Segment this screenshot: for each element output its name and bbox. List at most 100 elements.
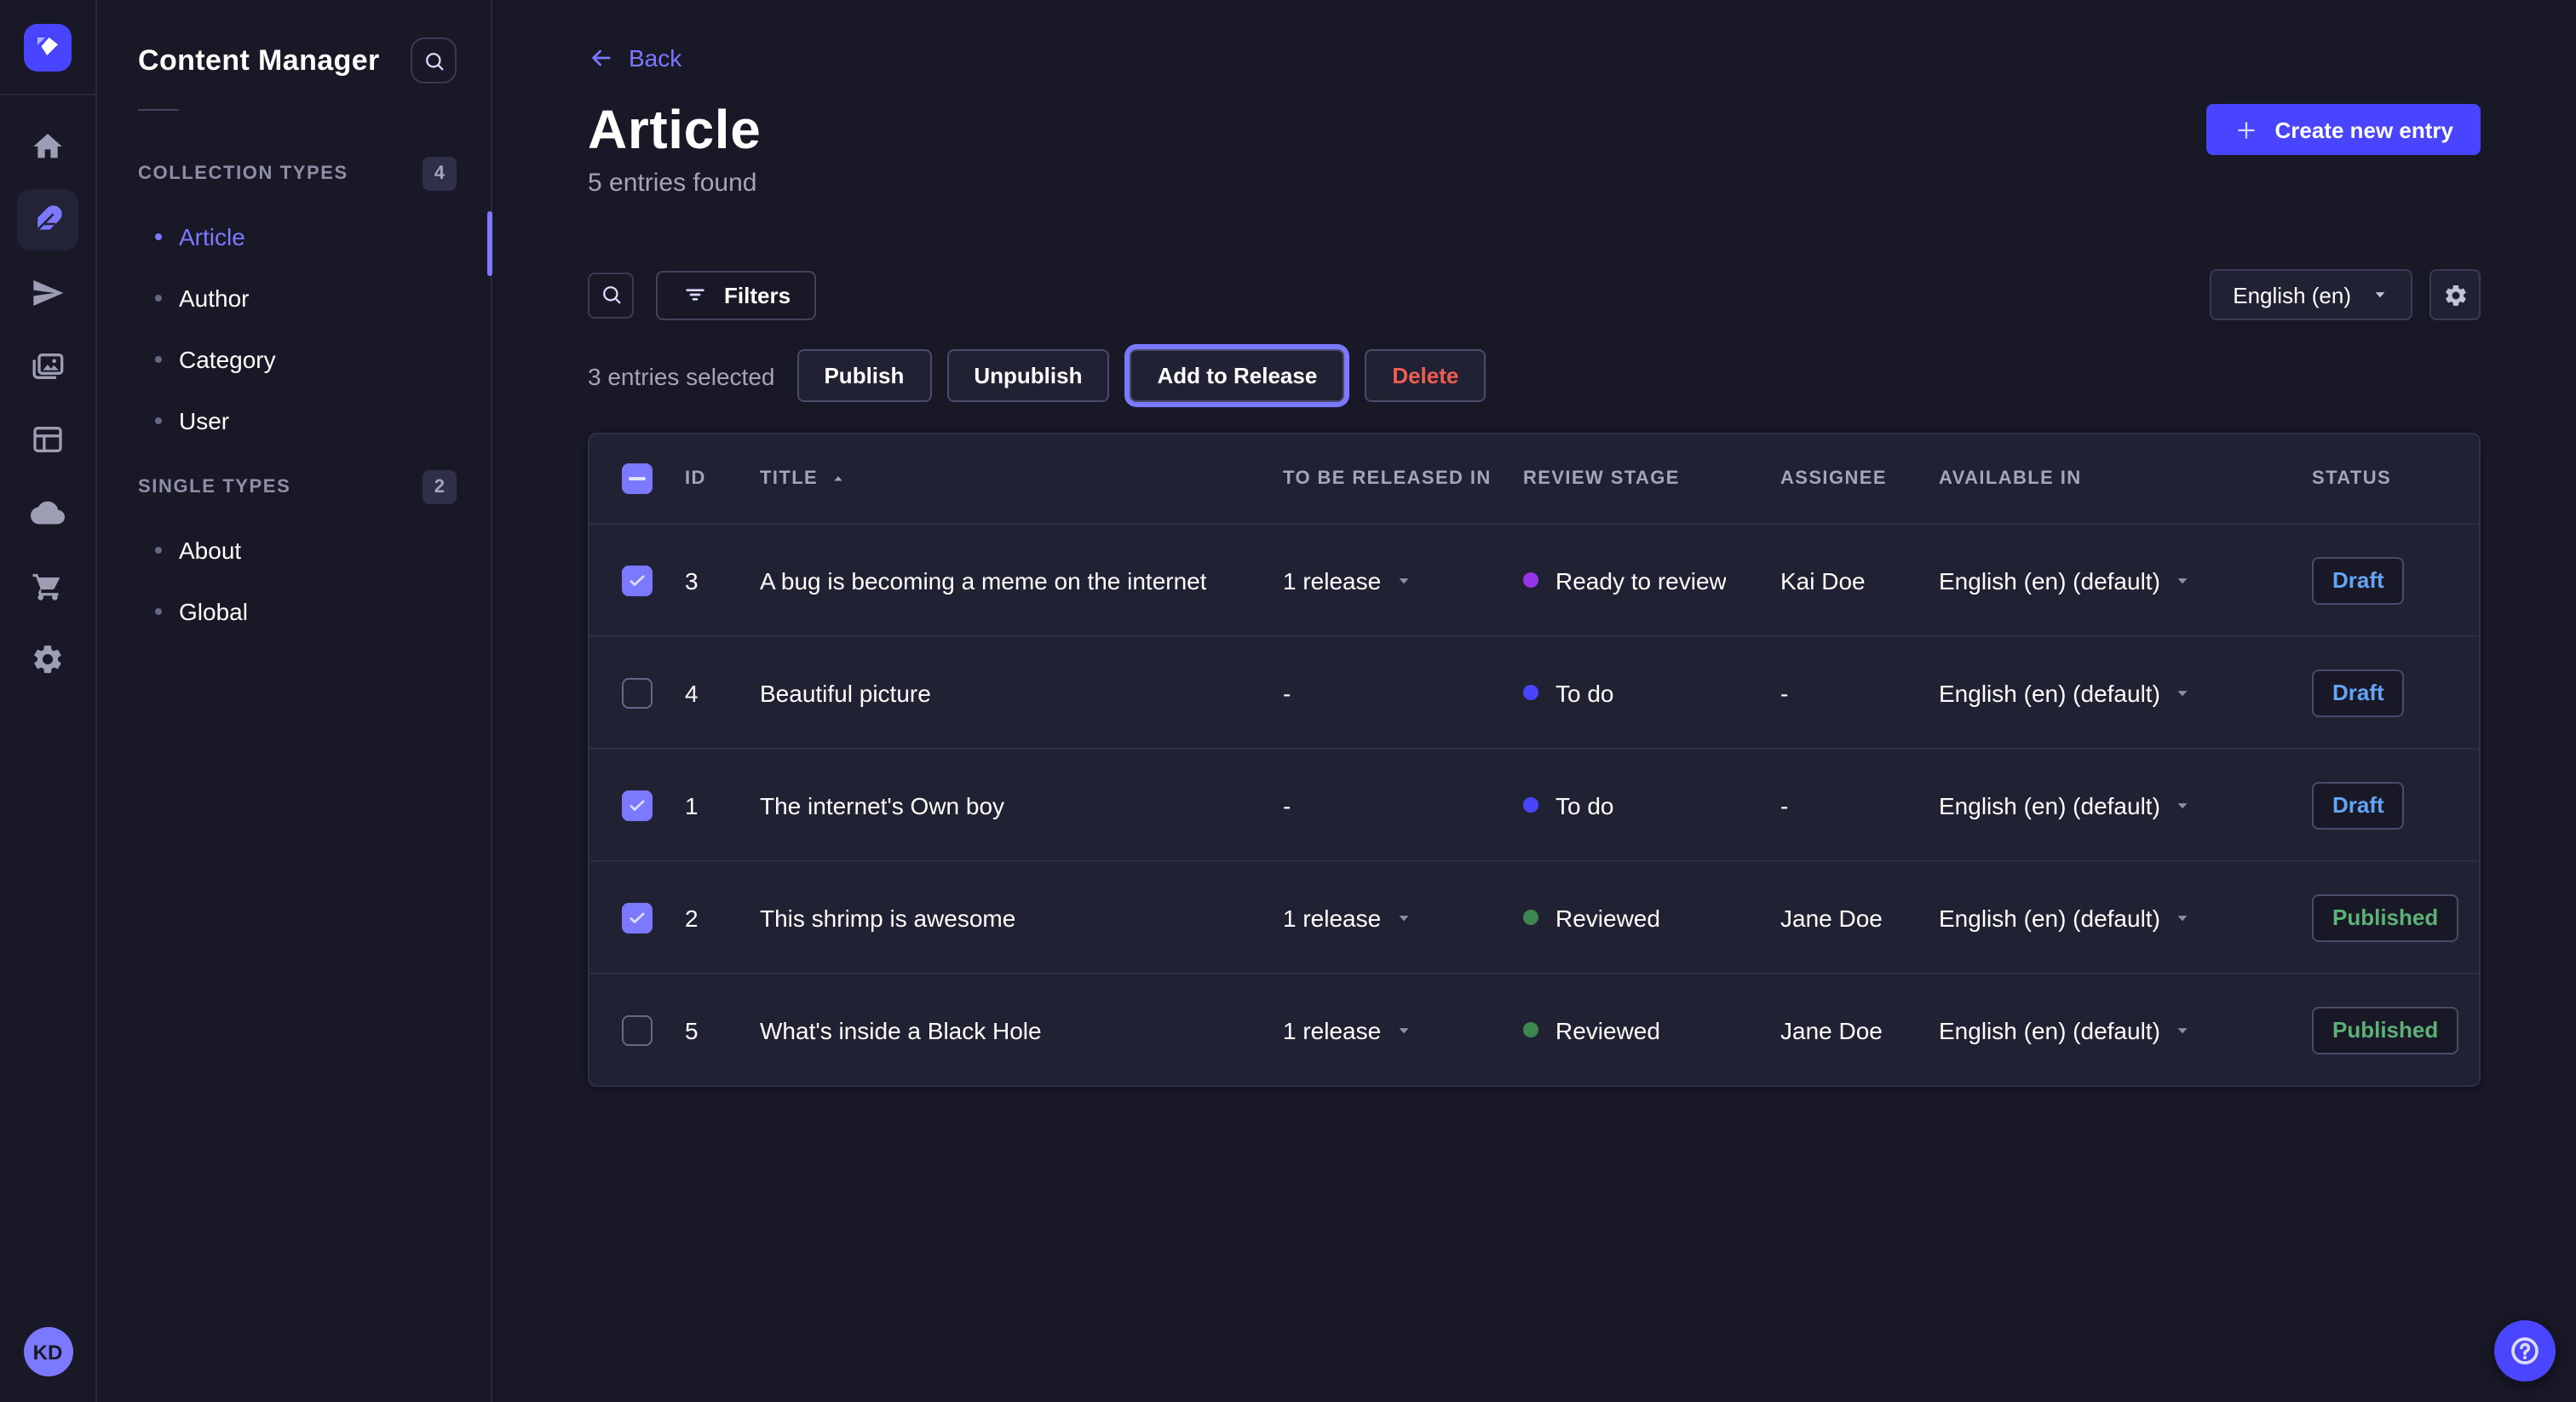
table-row[interactable]: 3A bug is becoming a meme on the interne…	[589, 525, 2479, 635]
cell-available-in: English (en) (default)	[1939, 566, 2160, 594]
rail-item-content-manager[interactable]	[17, 189, 78, 250]
table-row[interactable]: 1The internet's Own boy-To do-English (e…	[589, 748, 2479, 860]
question-circle-icon	[2508, 1334, 2542, 1368]
status-badge: Draft	[2312, 781, 2405, 829]
rail-item-content-type-builder[interactable]	[17, 409, 78, 470]
cell-to-be-released-in: 1 release	[1283, 1016, 1381, 1043]
sidebar-item-author[interactable]: Author	[138, 267, 457, 329]
cell-assignee: Kai Doe	[1780, 566, 1866, 594]
cell-title: The internet's Own boy	[760, 791, 1004, 819]
sidebar-item-global[interactable]: Global	[138, 581, 457, 642]
entries-count: 5 entries found	[588, 169, 2481, 198]
settings-gear-button[interactable]	[2429, 269, 2481, 320]
column-header: STATUS	[2312, 468, 2391, 489]
select-all-checkbox[interactable]	[622, 463, 653, 494]
column-header: ASSIGNEE	[1780, 468, 1887, 489]
row-checkbox[interactable]	[622, 1014, 653, 1045]
cell-review-stage: Reviewed	[1555, 1016, 1660, 1043]
review-stage-dot	[1523, 910, 1538, 925]
plus-icon	[2234, 117, 2259, 142]
filters-button[interactable]: Filters	[656, 270, 816, 319]
review-stage-dot	[1523, 797, 1538, 813]
cell-review-stage: To do	[1555, 679, 1614, 706]
cell-id: 5	[685, 1016, 699, 1043]
cell-assignee: -	[1780, 679, 1788, 706]
bulk-actions-bar: 3 entries selected Publish Unpublish Add…	[588, 349, 2481, 402]
column-header[interactable]: ID	[685, 468, 706, 489]
cell-id: 1	[685, 791, 699, 819]
column-header: REVIEW STAGE	[1523, 468, 1680, 489]
locale-selector-value: English (en)	[2233, 282, 2351, 307]
create-new-entry-button[interactable]: Create new entry	[2206, 104, 2481, 155]
cell-title: A bug is becoming a meme on the internet	[760, 566, 1207, 594]
table-row[interactable]: 2This shrimp is awesome1 releaseReviewed…	[589, 860, 2479, 973]
home-icon	[31, 129, 65, 164]
sidebar-item-label: User	[179, 407, 229, 434]
row-checkbox[interactable]	[622, 677, 653, 708]
rail-item-home[interactable]	[17, 116, 78, 177]
chevron-down-icon	[2174, 1021, 2191, 1038]
sidebar-item-label: Category	[179, 346, 276, 373]
chevron-down-icon	[2372, 286, 2389, 303]
row-checkbox[interactable]	[622, 565, 653, 595]
sidebar-section: SINGLE TYPES2AboutGlobal	[138, 468, 457, 642]
delete-button[interactable]: Delete	[1365, 349, 1486, 402]
section-label: SINGLE TYPES	[138, 477, 290, 497]
sidebar-title: Content Manager	[138, 43, 380, 78]
sidebar-item-article[interactable]: Article	[138, 206, 457, 267]
rail-item-deploy[interactable]	[17, 482, 78, 543]
strapi-logo-icon	[32, 32, 63, 63]
chevron-down-icon	[2174, 909, 2191, 926]
cell-title: This shrimp is awesome	[760, 904, 1015, 931]
row-checkbox[interactable]	[622, 902, 653, 933]
icon-rail: KD	[0, 0, 97, 1402]
paper-plane-icon	[31, 276, 65, 310]
section-count-badge: 4	[423, 157, 457, 191]
chevron-down-icon	[1394, 1021, 1412, 1038]
table-row[interactable]: 5What's inside a Black Hole1 releaseRevi…	[589, 973, 2479, 1085]
feather-icon	[31, 203, 65, 237]
gear-icon	[2442, 282, 2468, 307]
column-header[interactable]: TITLE	[760, 468, 818, 489]
user-avatar[interactable]: KD	[23, 1327, 72, 1376]
strapi-logo[interactable]	[24, 24, 72, 72]
row-checkbox[interactable]	[622, 790, 653, 820]
filter-icon	[681, 281, 709, 308]
cell-review-stage: To do	[1555, 791, 1614, 819]
cart-icon	[31, 569, 65, 603]
chevron-down-icon	[1394, 909, 1412, 926]
cell-available-in: English (en) (default)	[1939, 791, 2160, 819]
search-entries-button[interactable]	[588, 272, 634, 318]
back-link[interactable]: Back	[588, 44, 681, 72]
sort-ascending-icon	[830, 470, 847, 487]
add-to-release-button[interactable]: Add to Release	[1130, 349, 1344, 402]
table-row[interactable]: 4Beautiful picture-To do-English (en) (d…	[589, 635, 2479, 748]
arrow-left-icon	[588, 44, 615, 72]
unpublish-button[interactable]: Unpublish	[946, 349, 1109, 402]
rail-item-settings[interactable]	[17, 629, 78, 690]
strapi-admin-app: KD Content Manager COLLECTION TYPES4Arti…	[0, 0, 2576, 1402]
sidebar-item-user[interactable]: User	[138, 390, 457, 451]
bullet-icon	[155, 233, 162, 240]
sidebar-item-about[interactable]: About	[138, 520, 457, 581]
search-button[interactable]	[411, 37, 457, 83]
checkmark-icon	[627, 795, 647, 815]
publish-button[interactable]: Publish	[796, 349, 931, 402]
checkmark-icon	[627, 570, 647, 590]
bullet-icon	[155, 608, 162, 615]
create-new-entry-label: Create new entry	[2274, 117, 2453, 142]
rail-item-releases[interactable]	[17, 262, 78, 324]
toolbar: Filters English (en)	[588, 269, 2481, 320]
cell-assignee: -	[1780, 791, 1788, 819]
bullet-icon	[155, 547, 162, 554]
divider	[138, 109, 179, 111]
bullet-icon	[155, 417, 162, 424]
sidebar-item-category[interactable]: Category	[138, 329, 457, 390]
rail-item-marketplace[interactable]	[17, 555, 78, 617]
help-button[interactable]	[2494, 1320, 2556, 1382]
status-badge: Published	[2312, 1006, 2458, 1054]
locale-selector[interactable]: English (en)	[2209, 269, 2412, 320]
rail-item-media-library[interactable]	[17, 336, 78, 397]
chevron-down-icon	[2174, 684, 2191, 701]
entries-table: IDTITLETO BE RELEASED INREVIEW STAGEASSI…	[588, 433, 2481, 1087]
